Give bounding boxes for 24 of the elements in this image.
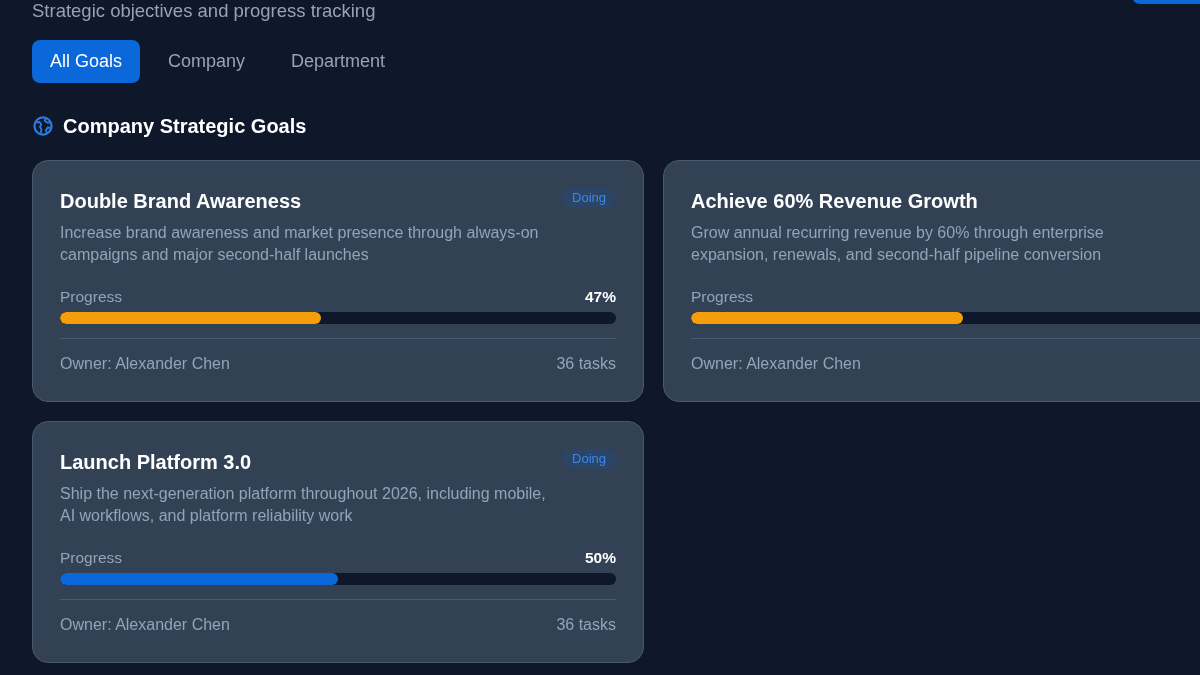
goal-description: Ship the next-generation platform throughout 2026, including mobile, AI workflows, and platform reliability work: [60, 484, 547, 526]
status-badge: Doing: [562, 188, 616, 208]
page-subtitle: Strategic objectives and progress tracking: [32, 0, 376, 22]
goal-description: Increase brand awareness and market presence through always-on campaigns and major second-half launches: [60, 223, 540, 265]
progress-percent: 47%: [584, 287, 616, 307]
filter-tab[interactable]: All Goals: [32, 40, 141, 83]
goal-description: Grow annual recurring revenue by 60% through enterprise expansion, renewals, and second-half pipeline conversion: [691, 223, 1105, 265]
progress-percent: 50%: [584, 548, 616, 568]
filter-tab[interactable]: Department: [273, 40, 404, 83]
progress-label: Progress: [60, 287, 123, 307]
progress-label: Progress: [60, 548, 123, 568]
goal-owner: Owner: Alexander Chen: [691, 354, 861, 374]
goal-owner: Owner: Alexander Chen: [60, 354, 230, 374]
goal-owner: Owner: Alexander Chen: [60, 615, 230, 635]
filter-tab[interactable]: Company: [150, 40, 264, 83]
progress-label: Progress: [691, 287, 754, 307]
task-count: 36 tasks: [556, 615, 616, 635]
goal-title: Double Brand Awareness: [60, 189, 302, 214]
goal-title: Achieve 60% Revenue Growth: [691, 189, 978, 214]
globe-icon: [33, 116, 53, 136]
goal-title: Launch Platform 3.0: [60, 450, 252, 475]
section-title: Company Strategic Goals: [63, 114, 307, 139]
task-count: 36 tasks: [556, 354, 616, 374]
status-badge: Doing: [562, 449, 616, 469]
